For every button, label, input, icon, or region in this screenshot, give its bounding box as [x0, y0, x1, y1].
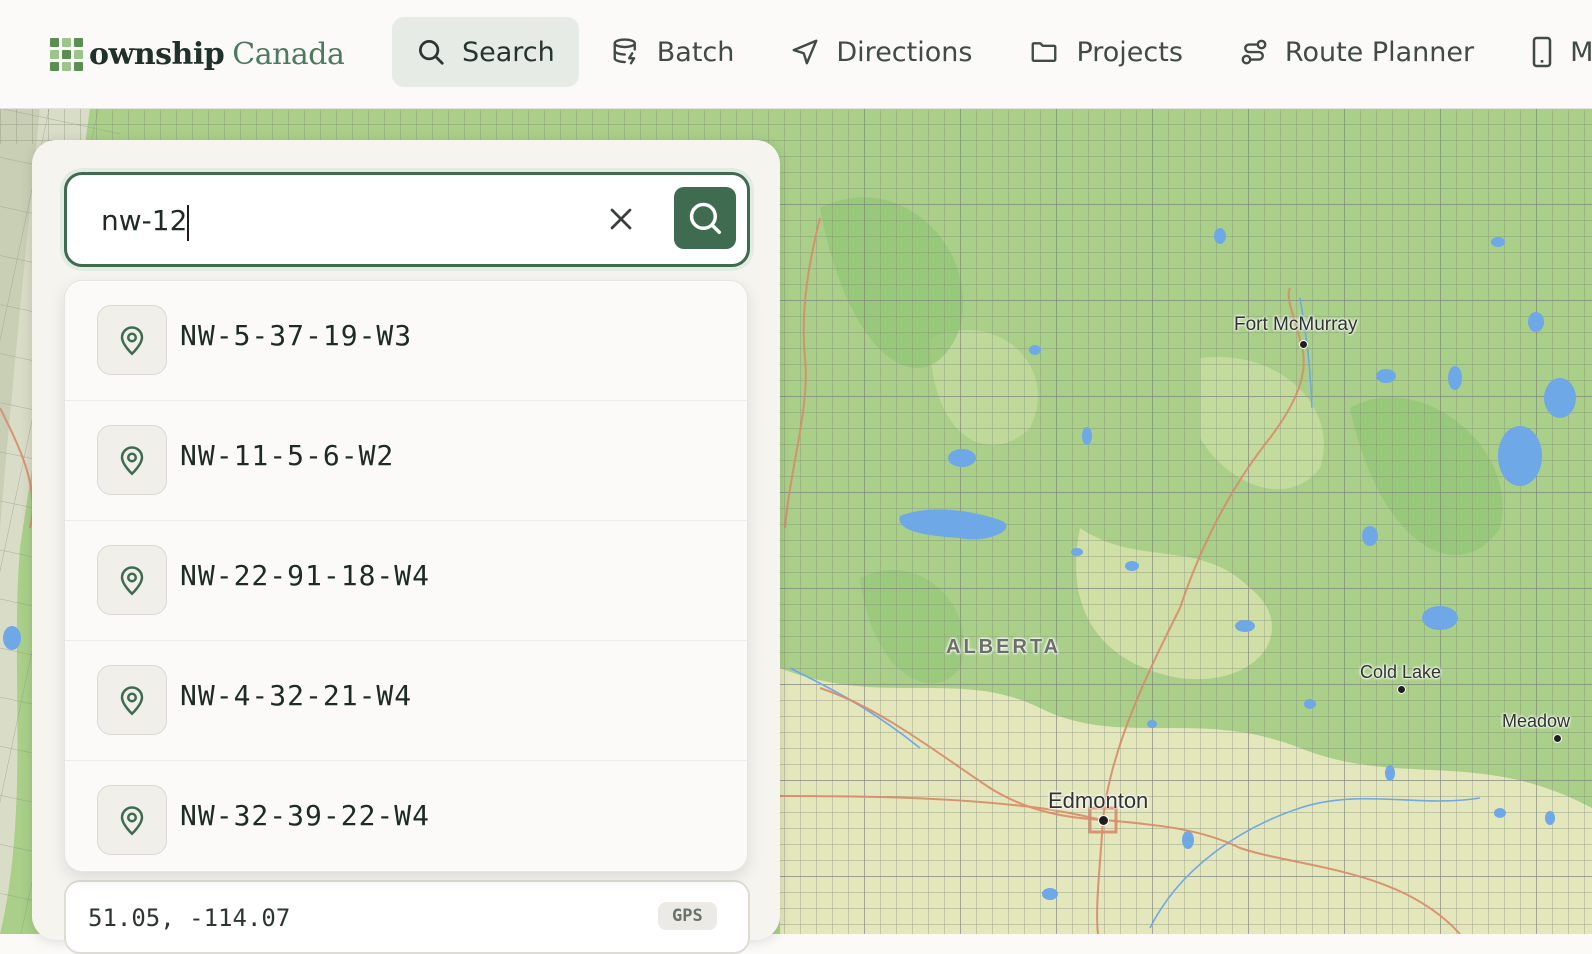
close-icon — [610, 208, 632, 230]
result-label: NW-32-39-22-W4 — [180, 799, 431, 832]
coordinates-value: 51.05, -114.07 — [88, 904, 291, 932]
submit-search-button[interactable] — [674, 187, 736, 249]
city-marker — [1553, 734, 1562, 743]
search-result-item[interactable]: NW-4-32-21-W4 — [65, 641, 747, 761]
search-results-dropdown: NW-5-37-19-W3 NW-11-5-6-W2 NW-22-91-18-W… — [64, 280, 748, 872]
search-input[interactable] — [99, 193, 573, 247]
result-pin-badge — [97, 545, 167, 615]
nav-search-label: Search — [462, 36, 555, 68]
search-icon — [689, 202, 721, 234]
text-caret — [187, 205, 189, 241]
city-marker — [1098, 815, 1109, 826]
map-pin-icon — [120, 326, 144, 356]
brand-name-bold: ownship — [89, 36, 225, 72]
nav-search[interactable]: Search — [392, 17, 579, 87]
nav-batch-label: Batch — [656, 36, 735, 68]
map-pin-icon — [120, 686, 144, 716]
route-icon — [1241, 39, 1267, 65]
nav-batch[interactable]: Batch — [587, 17, 759, 87]
search-box — [64, 172, 750, 267]
search-result-item[interactable]: NW-5-37-19-W3 — [65, 281, 747, 401]
result-pin-badge — [97, 785, 167, 855]
city-marker — [1299, 340, 1308, 349]
main-nav: Search Batch Directions Projects Route P… — [392, 17, 1592, 87]
search-icon — [419, 40, 444, 65]
coordinates-field[interactable]: 51.05, -114.07 GPS — [64, 880, 750, 954]
nav-directions[interactable]: Directions — [766, 17, 996, 87]
search-result-item[interactable]: NW-11-5-6-W2 — [65, 401, 747, 521]
brand-name-light: Canada — [232, 36, 345, 72]
nav-directions-label: Directions — [836, 36, 973, 68]
nav-projects[interactable]: Projects — [1004, 17, 1206, 87]
mobile-icon — [1532, 36, 1552, 68]
nav-route-planner[interactable]: Route Planner — [1215, 17, 1498, 87]
search-result-item[interactable]: NW-32-39-22-W4 — [65, 761, 747, 871]
result-pin-badge — [97, 425, 167, 495]
search-result-item[interactable]: NW-22-91-18-W4 — [65, 521, 747, 641]
brand-logo[interactable]: ownship Canada — [50, 34, 345, 74]
map-label-edmonton: Edmonton — [1048, 788, 1149, 813]
nav-mobile-label: M — [1570, 36, 1592, 68]
result-label: NW-5-37-19-W3 — [180, 319, 413, 352]
result-label: NW-22-91-18-W4 — [180, 559, 431, 592]
map-pin-icon — [120, 446, 144, 476]
city-marker — [1397, 685, 1406, 694]
nav-mobile[interactable]: M — [1506, 17, 1592, 87]
map-pin-icon — [120, 566, 144, 596]
top-navigation-bar: ownship Canada Search Batch Directions P… — [0, 0, 1592, 109]
map-label-province: ALBERTA — [946, 636, 1062, 658]
result-label: NW-4-32-21-W4 — [180, 679, 413, 712]
nav-route-planner-label: Route Planner — [1284, 36, 1475, 68]
logo-grid-icon — [50, 37, 83, 71]
map-label-fort-mcmurray: Fort McMurray — [1234, 314, 1358, 335]
map-label-cold-lake: Cold Lake — [1360, 662, 1442, 682]
folder-icon — [1032, 42, 1057, 62]
map-pin-icon — [120, 806, 144, 836]
result-label: NW-11-5-6-W2 — [180, 439, 395, 472]
result-pin-badge — [97, 665, 167, 735]
navigation-arrow-icon — [792, 39, 818, 65]
clear-search-button[interactable] — [603, 201, 639, 237]
result-pin-badge — [97, 305, 167, 375]
map-label-meadow: Meadow — [1502, 711, 1571, 731]
nav-projects-label: Projects — [1076, 36, 1183, 68]
gps-badge[interactable]: GPS — [658, 902, 717, 930]
database-icon — [613, 38, 636, 65]
